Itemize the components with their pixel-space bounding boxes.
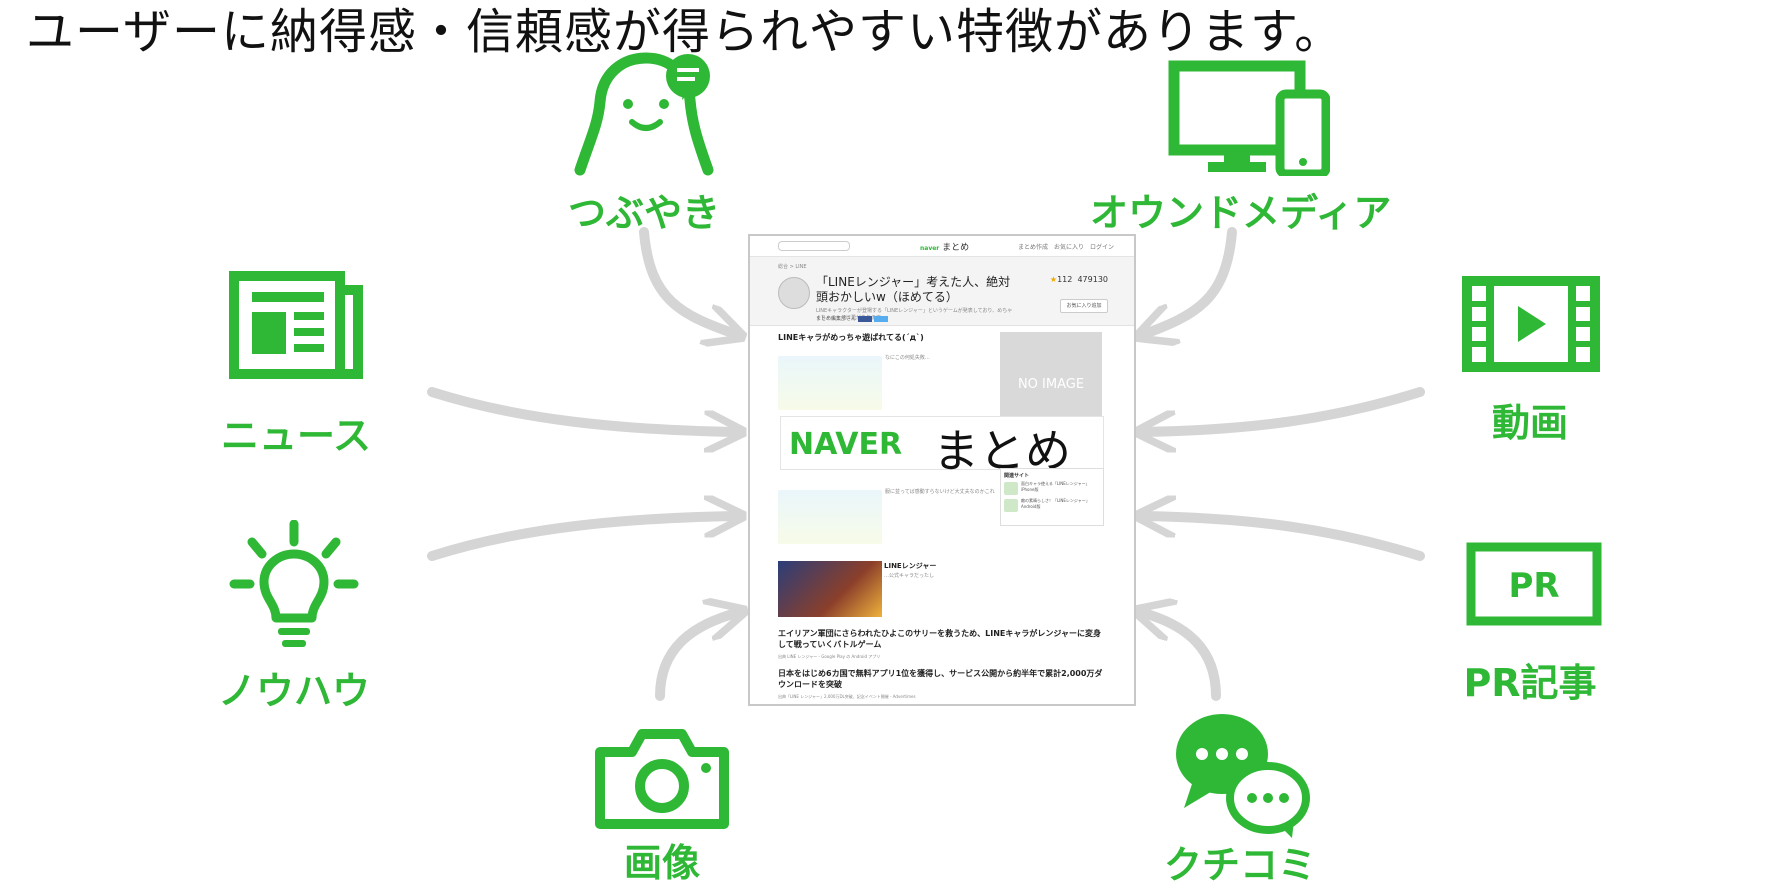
label-owned-media: オウンドメディア (1090, 191, 1392, 235)
arrow-image (655, 612, 740, 701)
label-tsubuyaki: つぶやき (567, 191, 720, 235)
naver-matome-logo: NAVER まとめ (780, 416, 1104, 478)
matome-page-screenshot: naver まとめ まとめ作成 お気に入り ログイン 総合 > LINE 「LI… (748, 234, 1136, 706)
newspaper-icon (228, 270, 366, 384)
caption-1: なにこの何処失敗… (885, 355, 930, 361)
arrow-kuchikomi (1140, 612, 1221, 701)
arrow-pr (1142, 516, 1425, 561)
speech-person-icon (570, 52, 718, 184)
camera-icon (594, 726, 730, 834)
matome-small-logo: naver まとめ (920, 243, 970, 253)
pr-badge-icon: PR (1466, 542, 1602, 630)
twitter-share-icon (874, 315, 889, 322)
matome-article-header: 総合 > LINE 「LINEレンジャー」考えた人、絶対頭おかしいw（ほめてる）… (750, 257, 1134, 326)
news-item-1: エイリアン軍団にさらわれたひよこのサリーを救うため、LINEキャラがレンジャーに… (778, 629, 1101, 649)
related-item: 敵の素晴らしさ！「LINEレンジャー」Android版 (1001, 498, 1103, 515)
matome-header-bar: naver まとめ まとめ作成 お気に入り ログイン (750, 236, 1134, 257)
caption-2: 服に並ってば感動すらないけど大丈夫なのかこれ (885, 489, 995, 495)
article-title: 「LINEレンジャー」考えた人、絶対頭おかしいw（ほめてる） (816, 275, 1011, 304)
share-row: まとめ編集部さん (816, 315, 889, 322)
svg-text:PR: PR (1508, 566, 1559, 606)
facebook-share-icon (858, 315, 873, 322)
related-item: 面白キャラ使える「LINEレンジャー」iPhone版 (1001, 481, 1103, 498)
arrow-owned-media (1142, 227, 1237, 335)
devices-icon (1168, 60, 1331, 180)
section-title: LINEキャラがめっちゃ遊ばれてる(´д`) (778, 333, 924, 342)
news-source-1: 出典 LINE レンジャー - Google Play の Android アプ… (778, 654, 881, 659)
game-title: LINEレンジャー (884, 562, 937, 570)
related-sites: 関連サイト 面白キャラ使える「LINEレンジャー」iPhone版 敵の素晴らしさ… (1000, 468, 1104, 526)
favorite-button: お気に入り追加 (1060, 299, 1108, 313)
game-subtitle: …公式キャラだったし (884, 573, 935, 579)
news-source-2: 出典「LINE レンジャー」2,000万DL突破、記念イベント開催 - Adve… (778, 694, 916, 699)
avatar (778, 277, 810, 309)
label-kuchikomi: クチコミ (1163, 843, 1316, 887)
breadcrumb: 総合 > LINE (778, 264, 807, 270)
character-thumb-2 (778, 490, 882, 544)
search-box (778, 241, 850, 251)
label-knowhow: ノウハウ (217, 669, 370, 713)
arrow-tsubuyaki (639, 227, 738, 335)
label-pr: PR記事 (1463, 661, 1597, 705)
lightbulb-icon (226, 519, 362, 658)
arrow-video (1142, 387, 1425, 432)
game-banner (778, 561, 882, 617)
arrow-news (427, 387, 738, 432)
label-image: 画像 (623, 841, 700, 885)
film-play-icon (1462, 276, 1600, 376)
label-video: 動画 (1491, 401, 1568, 445)
chat-bubbles-icon (1170, 708, 1314, 844)
star-icon: ★ (1049, 275, 1058, 284)
article-stats: ★112 479130 (1049, 275, 1108, 284)
news-item-2: 日本をはじめ6カ国で無料アプリ1位を獲得し、サービス公開から約半年で累計2,00… (778, 669, 1103, 689)
label-news: ニュース (220, 414, 372, 458)
character-thumb-1 (778, 356, 882, 410)
arrow-knowhow (427, 516, 738, 561)
matome-nav: まとめ作成 お気に入り ログイン (1017, 244, 1114, 251)
